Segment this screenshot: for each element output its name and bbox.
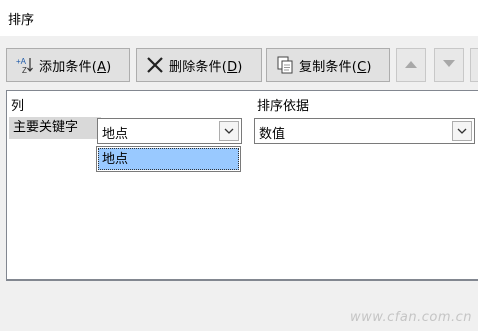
add-condition-tail: ) — [106, 59, 112, 75]
add-condition-key: A — [97, 59, 107, 75]
dropdown-option[interactable]: 地点 — [98, 148, 239, 170]
column-dropdown-list: 地点 — [96, 146, 241, 172]
chevron-down-icon[interactable] — [452, 121, 472, 141]
title-bar: 排序 — [0, 0, 478, 36]
svg-text:Z: Z — [22, 66, 27, 75]
copy-icon — [275, 55, 295, 75]
column-header: 列 — [11, 99, 25, 114]
delete-x-icon — [145, 55, 165, 75]
delete-condition-button[interactable]: 删除条件(D) — [136, 48, 262, 82]
copy-condition-tail: ) — [366, 59, 372, 75]
chevron-down-icon[interactable] — [219, 121, 239, 141]
delete-condition-tail: ) — [237, 59, 243, 75]
copy-condition-label: 复制条件( — [299, 59, 358, 75]
copy-condition-key: C — [357, 59, 367, 75]
delete-condition-key: D — [227, 59, 238, 75]
window-title: 排序 — [8, 13, 35, 28]
move-down-button[interactable] — [434, 48, 464, 82]
sort-levels-grid: 列 排序依据 主要关键字 地点 数值 — [6, 90, 478, 280]
watermark: www.cfan.com.cn — [349, 310, 472, 325]
copy-condition-button[interactable]: 复制条件(C) — [266, 48, 390, 82]
sort-on-combobox-value: 数值 — [259, 127, 286, 142]
sort-on-header: 排序依据 — [257, 99, 310, 114]
move-up-icon — [404, 58, 418, 73]
delete-condition-label: 删除条件( — [169, 59, 228, 75]
move-down-icon — [442, 58, 456, 73]
options-button[interactable] — [470, 48, 478, 82]
move-up-button[interactable] — [396, 48, 426, 82]
add-condition-label: 添加条件( — [39, 59, 98, 75]
svg-text:+A: +A — [16, 57, 27, 66]
primary-key-label: 主要关键字 — [9, 117, 101, 139]
sort-az-icon: +A Z — [15, 55, 35, 75]
column-combobox[interactable]: 地点 — [97, 118, 242, 144]
sort-on-combobox[interactable]: 数值 — [254, 118, 475, 144]
toolbar: +A Z 添加条件(A) 删除条件(D) 复制条件(C) — [0, 44, 478, 84]
add-condition-button[interactable]: +A Z 添加条件(A) — [6, 48, 130, 82]
column-combobox-value: 地点 — [102, 127, 129, 142]
divider — [6, 280, 478, 281]
